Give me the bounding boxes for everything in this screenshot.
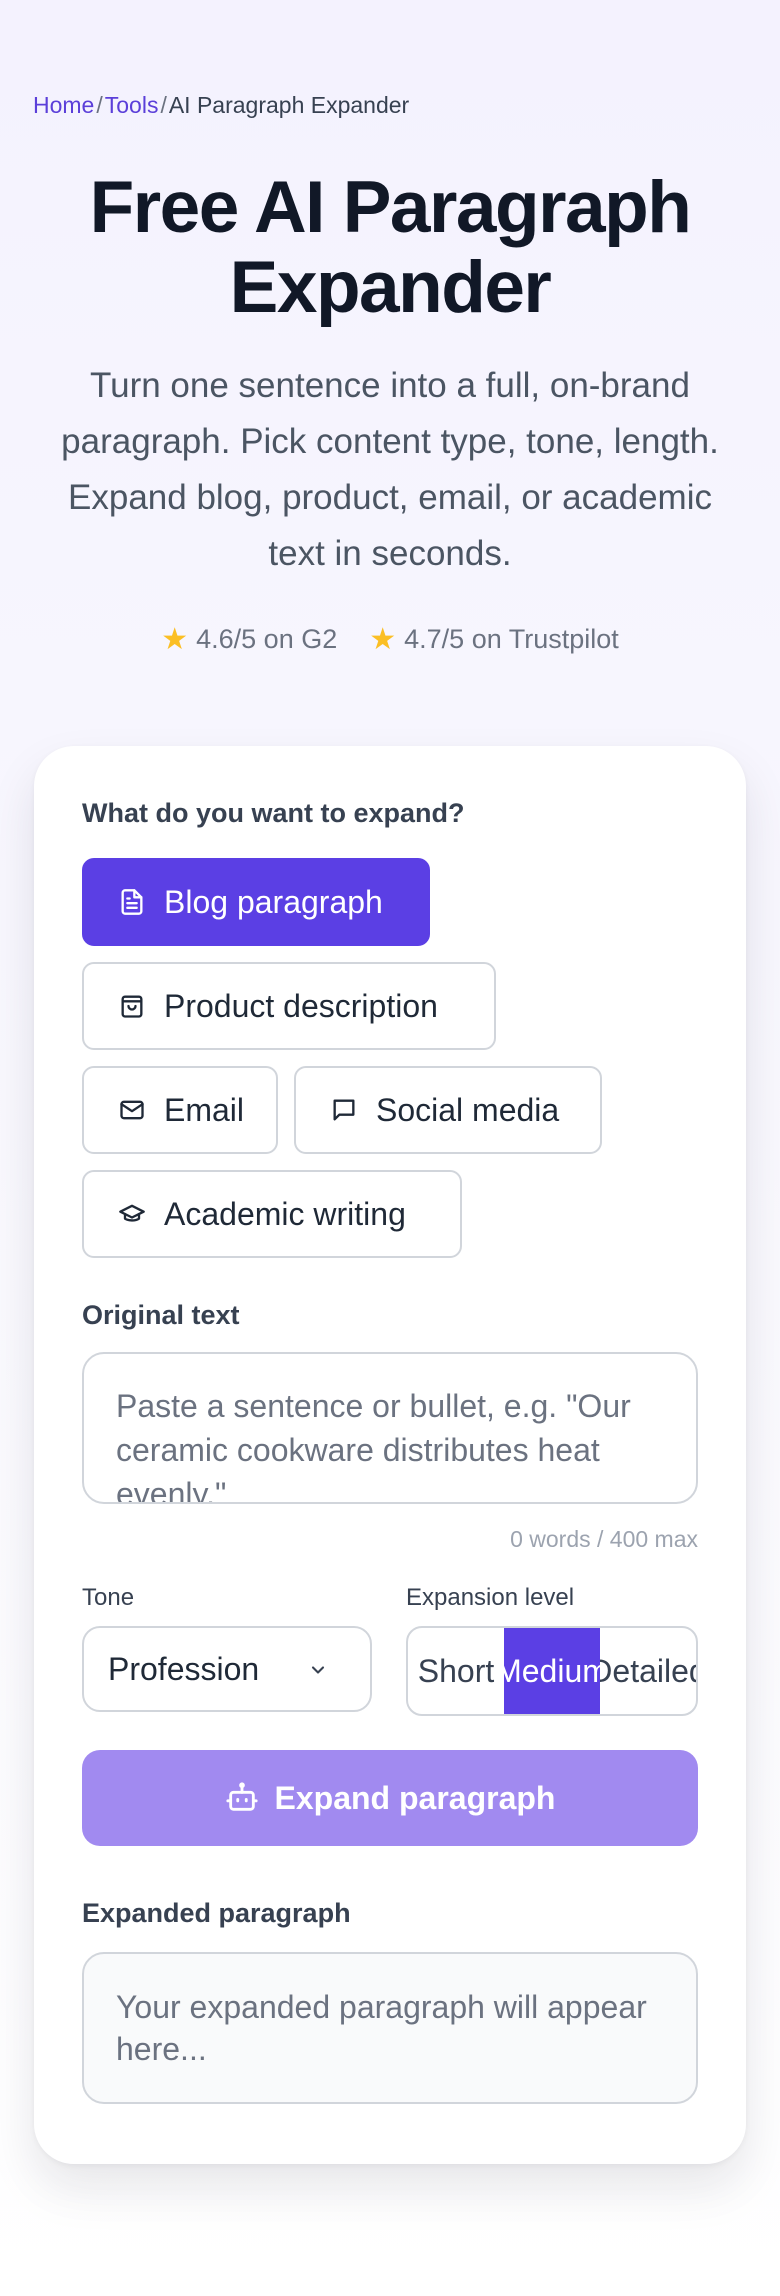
- graduation-cap-icon: [119, 1204, 145, 1222]
- expansion-level-selector: Short Medium Detailed: [406, 1626, 698, 1716]
- breadcrumb-home-link[interactable]: Home: [33, 92, 94, 119]
- breadcrumb-separator: /: [96, 92, 103, 118]
- ratings: ★ 4.6/5 on G2 ★ 4.7/5 on Trustpilot: [0, 624, 780, 655]
- rating-text: 4.6/5 on G2: [196, 624, 338, 654]
- content-type-email[interactable]: Email: [82, 1066, 278, 1154]
- word-counter: 0 words / 400 max: [510, 1526, 698, 1552]
- mail-icon: [120, 1100, 144, 1120]
- page-title: Free AI Paragraph Expander: [89, 167, 692, 328]
- breadcrumb-separator: /: [160, 92, 167, 118]
- chevron-down-icon: [311, 1666, 325, 1674]
- original-text-label: Original text: [82, 1300, 240, 1330]
- original-text-input[interactable]: Paste a sentence or bullet, e.g. "Our ce…: [82, 1352, 698, 1504]
- content-type-academic-writing[interactable]: Academic writing: [82, 1170, 462, 1258]
- expand-button-label: Expand paragraph: [274, 1779, 556, 1816]
- content-type-social-media[interactable]: Social media: [294, 1066, 602, 1154]
- expansion-option-medium[interactable]: Medium: [504, 1628, 600, 1714]
- tone-value: Profession: [108, 1650, 260, 1687]
- page-subtitle: Turn one sentence into a full, on-brand …: [61, 366, 719, 573]
- chip-label: Academic writing: [164, 1195, 406, 1232]
- expansion-option-detailed[interactable]: Detailed: [600, 1628, 696, 1714]
- expansion-option-short[interactable]: Short: [408, 1628, 504, 1714]
- rating-text: 4.7/5 on Trustpilot: [404, 624, 619, 654]
- breadcrumb-tools-link[interactable]: Tools: [105, 92, 159, 119]
- breadcrumb: Home / Tools / AI Paragraph Expander: [33, 92, 409, 119]
- star-icon: ★: [369, 622, 397, 656]
- rating-g2: ★ 4.6/5 on G2: [161, 624, 337, 655]
- chat-bubble-icon: [333, 1099, 355, 1121]
- output-label: Expanded paragraph: [82, 1898, 351, 1928]
- content-type-blog-paragraph[interactable]: Blog paragraph: [82, 858, 430, 946]
- rating-trustpilot: ★ 4.7/5 on Trustpilot: [369, 624, 619, 655]
- breadcrumb-current: AI Paragraph Expander: [168, 92, 410, 118]
- content-type-label: What do you want to expand?: [82, 798, 465, 828]
- document-icon: [121, 889, 143, 915]
- content-type-product-description[interactable]: Product description: [82, 962, 496, 1050]
- expanded-paragraph-output: Your expanded paragraph will appear here…: [82, 1952, 698, 2104]
- tone-label: Tone: [82, 1584, 135, 1611]
- expand-paragraph-button[interactable]: Expand paragraph: [82, 1750, 698, 1846]
- chip-label: Social media: [376, 1091, 560, 1128]
- expander-card: What do you want to expand? Blog paragra…: [34, 746, 746, 2164]
- chip-label: Blog paragraph: [164, 883, 383, 920]
- tone-select[interactable]: Profession: [82, 1626, 372, 1712]
- expansion-level-label: Expansion level: [406, 1584, 575, 1611]
- star-icon: ★: [161, 622, 189, 656]
- chip-label: Email: [164, 1091, 245, 1128]
- robot-icon: [225, 1782, 258, 1811]
- shopping-bag-icon: [121, 995, 143, 1018]
- chip-label: Product description: [164, 987, 438, 1024]
